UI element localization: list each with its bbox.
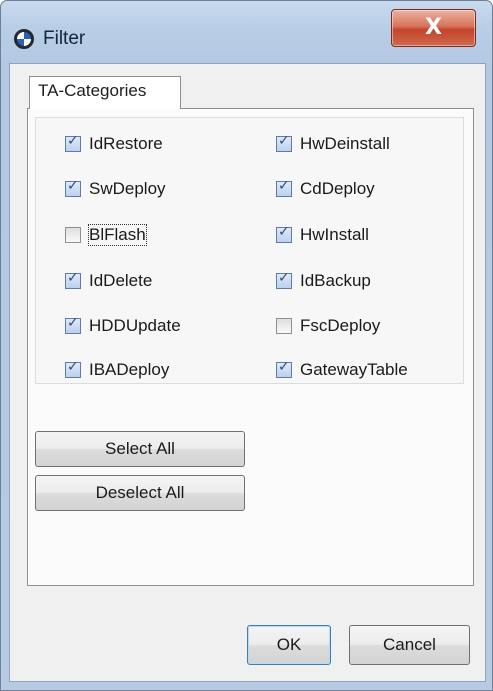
- close-button[interactable]: X: [391, 9, 476, 47]
- checkmark-icon: ✓: [278, 224, 290, 240]
- filter-dialog: Filter X TA-Categories ✓ IdRestore ✓ SwD…: [0, 0, 493, 691]
- checkbox-label: IdBackup: [300, 271, 371, 290]
- checkbox-label: HwInstall: [300, 225, 369, 244]
- globe-icon: [14, 29, 34, 49]
- checkbox-label: IdRestore: [89, 134, 163, 153]
- checkmark-icon: ✓: [67, 270, 79, 286]
- checkbox-box[interactable]: ✓: [65, 178, 81, 197]
- cancel-button[interactable]: Cancel: [349, 625, 470, 665]
- close-icon: X: [425, 15, 442, 40]
- checkmark-icon: ✓: [67, 315, 79, 331]
- checkbox-label: GatewayTable: [300, 360, 408, 379]
- checkmark-icon: ✓: [67, 178, 79, 194]
- checkbox-box[interactable]: ✓: [65, 315, 81, 334]
- checkbox-box[interactable]: [276, 318, 292, 334]
- checkbox-label: CdDeploy: [300, 179, 375, 198]
- checkbox-box[interactable]: ✓: [65, 270, 81, 289]
- checkbox-box[interactable]: ✓: [276, 133, 292, 152]
- tab-ta-categories[interactable]: TA-Categories: [29, 76, 181, 109]
- checkbox-box[interactable]: ✓: [65, 359, 81, 378]
- checkbox-box[interactable]: ✓: [276, 224, 292, 243]
- category-checkbox-group: ✓ IdRestore ✓ SwDeploy BlFlash ✓ IdDelet…: [35, 117, 464, 384]
- checkbox-label: IdDelete: [89, 271, 153, 290]
- checkmark-icon: ✓: [278, 133, 290, 149]
- checkmark-icon: ✓: [278, 359, 290, 375]
- checkbox-label: FscDeploy: [300, 316, 381, 335]
- tab-panel: ✓ IdRestore ✓ SwDeploy BlFlash ✓ IdDelet…: [27, 108, 474, 586]
- title-bar[interactable]: Filter X: [1, 1, 492, 63]
- checkbox-label: IBADeploy: [89, 360, 170, 379]
- checkmark-icon: ✓: [67, 359, 79, 375]
- window-title: Filter: [43, 28, 86, 49]
- checkmark-icon: ✓: [67, 133, 79, 149]
- deselect-all-button[interactable]: Deselect All: [35, 475, 245, 511]
- dialog-body: TA-Categories ✓ IdRestore ✓ SwDeploy BlF…: [9, 63, 486, 682]
- ok-button[interactable]: OK: [247, 625, 331, 665]
- checkmark-icon: ✓: [278, 270, 290, 286]
- select-all-button[interactable]: Select All: [35, 431, 245, 467]
- checkbox-label: SwDeploy: [89, 179, 166, 198]
- checkbox-label: HDDUpdate: [89, 316, 181, 335]
- checkbox-box[interactable]: [65, 227, 81, 243]
- checkbox-box[interactable]: ✓: [276, 359, 292, 378]
- checkbox-label: BlFlash: [88, 224, 147, 246]
- checkbox-box[interactable]: ✓: [276, 178, 292, 197]
- checkbox-box[interactable]: ✓: [65, 133, 81, 152]
- checkmark-icon: ✓: [278, 178, 290, 194]
- checkbox-label: HwDeinstall: [300, 134, 390, 153]
- checkbox-box[interactable]: ✓: [276, 270, 292, 289]
